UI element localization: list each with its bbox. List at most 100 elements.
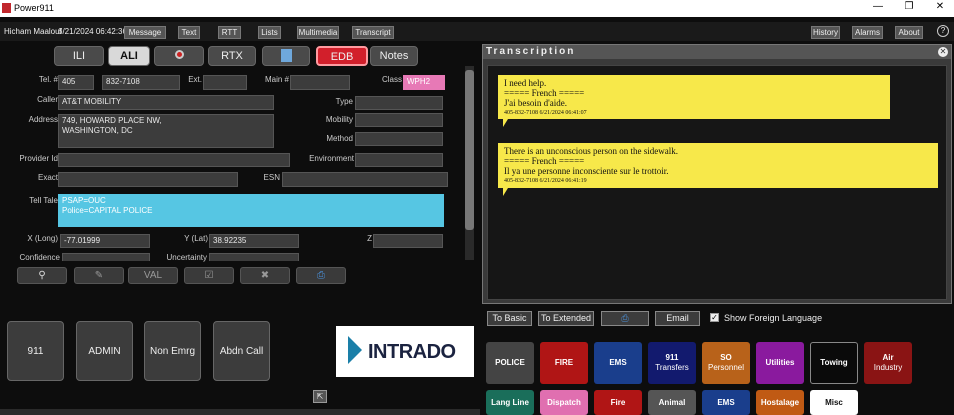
message-timestamp: 405-832-7108 6/21/2024 06:41:07 — [504, 110, 587, 116]
maximize-icon[interactable]: ❐ — [899, 1, 919, 15]
confidence-field[interactable] — [62, 253, 150, 261]
category-label: Utilities — [765, 358, 795, 367]
main-number-field[interactable] — [290, 75, 350, 90]
admin-button[interactable]: ADMIN — [76, 321, 133, 381]
method-label: Method — [326, 134, 353, 143]
category-button-dispatch[interactable]: Dispatch — [540, 390, 588, 415]
user-name: Hicham Maalouf — [4, 27, 62, 36]
tel-number-field[interactable]: 832-7108 — [102, 75, 180, 90]
about-button[interactable]: About — [895, 26, 923, 39]
edit-button[interactable]: ✎ — [74, 267, 124, 284]
category-button-animal[interactable]: Animal — [648, 390, 696, 415]
message-button[interactable]: Message — [124, 26, 166, 39]
category-button-ems[interactable]: EMS — [702, 390, 750, 415]
transcription-close-icon[interactable]: ✕ — [938, 47, 948, 57]
caller-field[interactable]: AT&T MOBILITY — [58, 95, 274, 110]
category-label: Towing — [820, 358, 848, 367]
esn-field[interactable] — [282, 172, 448, 187]
transcription-title: Transcription — [486, 46, 576, 57]
alarms-button[interactable]: Alarms — [852, 26, 883, 39]
exact-field[interactable] — [58, 172, 238, 187]
exact-label: Exact — [37, 173, 58, 182]
tab-ali[interactable]: ALI — [108, 46, 150, 66]
ali-scrollbar-thumb[interactable] — [465, 70, 474, 230]
category-button-air[interactable]: Air Industry — [864, 342, 912, 384]
search-icon: ⚲ — [38, 270, 46, 281]
printer-icon: ⎙ — [621, 313, 629, 323]
tel-area-field[interactable]: 405 — [58, 75, 94, 90]
to-basic-button[interactable]: To Basic — [487, 311, 532, 326]
category-button-ems[interactable]: EMS — [594, 342, 642, 384]
category-sublabel: Industry — [873, 363, 903, 372]
category-button-fire[interactable]: Fire — [594, 390, 642, 415]
tab-edb[interactable]: EDB — [316, 46, 368, 66]
category-button-towing[interactable]: Towing — [810, 342, 858, 384]
show-foreign-language-checkbox[interactable]: ✓ — [710, 313, 719, 322]
category-button-police[interactable]: POLICE — [486, 342, 534, 384]
type-field[interactable] — [355, 96, 443, 110]
printer-icon: ⎙ — [317, 270, 325, 281]
message-translation: Il ya une personne inconsciente sur le t… — [504, 166, 669, 176]
911-button[interactable]: 911 — [7, 321, 64, 381]
uncertainty-field[interactable] — [209, 253, 299, 261]
caller-label: Caller — [37, 95, 58, 104]
to-extended-button[interactable]: To Extended — [538, 311, 594, 326]
environment-label: Environment — [309, 154, 354, 163]
lists-button[interactable]: Lists — [258, 26, 281, 39]
ext-field[interactable] — [203, 75, 247, 90]
non-emergency-button[interactable]: Non Emrg — [144, 321, 201, 381]
tab-map[interactable] — [154, 46, 204, 66]
print-button[interactable]: ⎙ — [296, 267, 346, 284]
window-title: Power911 — [14, 3, 54, 13]
type-label: Type — [335, 97, 353, 106]
category-button-so[interactable]: SO Personnel — [702, 342, 750, 384]
tab-notes[interactable]: Notes — [370, 46, 418, 66]
category-button-misc[interactable]: Misc — [810, 390, 858, 415]
close-icon[interactable]: ✕ — [930, 1, 950, 15]
z-label: Z — [367, 234, 372, 243]
category-button-fire[interactable]: FIRE — [540, 342, 588, 384]
email-button[interactable]: Email — [655, 311, 700, 326]
tab-rtx[interactable]: RTX — [208, 46, 256, 66]
resize-button[interactable]: ⇱ — [313, 390, 327, 403]
message-timestamp: 405-832-7108 6/21/2024 06:41:19 — [504, 178, 587, 184]
val-button[interactable]: VAL — [128, 267, 178, 284]
longitude-field[interactable]: -77.01999 — [60, 234, 150, 248]
history-button[interactable]: History — [811, 26, 840, 39]
environment-field[interactable] — [355, 153, 443, 167]
transcript-button[interactable]: Transcript — [352, 26, 394, 39]
category-button-911[interactable]: 911 Transfers — [648, 342, 696, 384]
transcription-print-button[interactable]: ⎙ — [601, 311, 649, 326]
category-button-utilities[interactable]: Utilities — [756, 342, 804, 384]
minimize-icon[interactable]: — — [868, 1, 888, 15]
method-field[interactable] — [355, 132, 443, 146]
category-button-lang-line[interactable]: Lang Line — [486, 390, 534, 415]
class-field[interactable]: WPH2 — [403, 75, 445, 90]
rtt-button[interactable]: RTT — [218, 26, 241, 39]
resize-icon: ⇱ — [316, 392, 324, 401]
text-button[interactable]: Text — [178, 26, 200, 39]
building-icon — [280, 49, 292, 62]
mobility-label: Mobility — [325, 115, 353, 124]
address-field[interactable]: 749, HOWARD PLACE NW, WASHINGTON, DC — [58, 114, 274, 148]
multimedia-button[interactable]: Multimedia — [297, 26, 339, 39]
mobility-field[interactable] — [355, 113, 443, 127]
show-foreign-language-label: Show Foreign Language — [724, 313, 823, 323]
z-field[interactable] — [373, 234, 443, 248]
uncertainty-label: Uncertainty — [166, 253, 207, 262]
category-button-hostalage[interactable]: Hostalage — [756, 390, 804, 415]
provider-id-label: Provider Id — [19, 154, 58, 163]
help-icon[interactable]: ? — [937, 25, 949, 37]
message-translation: J'ai besoin d'aide. — [504, 98, 567, 108]
tab-building[interactable] — [262, 46, 310, 66]
search-button[interactable]: ⚲ — [17, 267, 67, 284]
tell-tale-label: Tell Tale — [29, 196, 58, 205]
tab-ili[interactable]: ILI — [54, 46, 104, 66]
provider-id-field[interactable] — [58, 153, 290, 167]
category-label: SO — [720, 353, 732, 362]
latitude-field[interactable]: 38.92235 — [209, 234, 299, 248]
tell-tale-field[interactable]: PSAP=OUC Police=CAPITAL POLICE — [58, 194, 444, 227]
check-button[interactable]: ☑ — [184, 267, 234, 284]
clear-button[interactable]: ✖ — [240, 267, 290, 284]
abandoned-call-button[interactable]: Abdn Call — [213, 321, 270, 381]
